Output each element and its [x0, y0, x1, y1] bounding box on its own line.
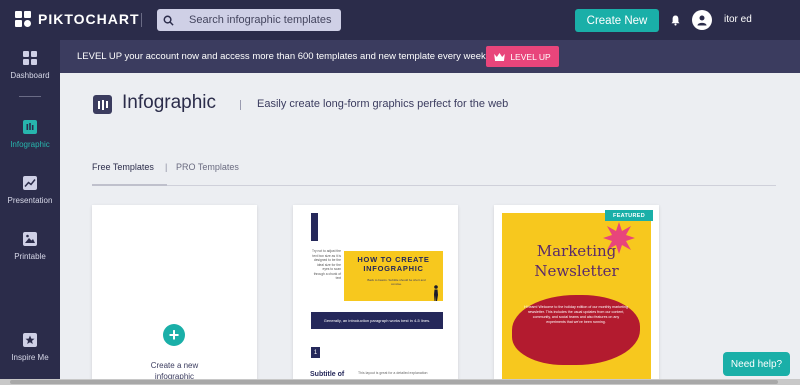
page-title: Infographic — [122, 92, 217, 113]
logo[interactable]: PIKTOCHART — [15, 11, 140, 27]
plus-icon[interactable]: + — [163, 324, 185, 346]
template-body-text: This layout is great for a detailed expl… — [358, 371, 428, 375]
avatar[interactable] — [692, 10, 712, 30]
tab-free-templates[interactable]: Free Templates — [92, 162, 154, 172]
search-icon — [157, 15, 179, 26]
banner-text: LEVEL UP your account now and access mor… — [77, 51, 489, 62]
tab-separator: | — [165, 162, 168, 172]
top-bar: PIKTOCHART Search infographic templates … — [0, 0, 800, 40]
tab-pro-templates[interactable]: PRO Templates — [176, 162, 239, 172]
template-title: HOW TO CREATE INFOGRAPHIC — [357, 255, 430, 273]
sidebar-item-label: Dashboard — [10, 71, 50, 80]
sidebar-item-label: Infographic — [10, 140, 50, 149]
search-input[interactable]: Search infographic templates — [157, 9, 341, 31]
active-tab-indicator — [92, 184, 167, 186]
sidebar-item-label: Presentation — [7, 196, 53, 205]
create-new-card[interactable]: + Create a new infographic — [92, 205, 257, 385]
search-placeholder: Search infographic templates — [189, 14, 332, 26]
upgrade-banner: LEVEL UP your account now and access mor… — [60, 40, 800, 73]
template-card-how-to-create-infographic[interactable]: Try not to adjust the text box size as i… — [293, 205, 458, 385]
username[interactable]: itor ed — [724, 14, 752, 25]
featured-badge: FEATURED — [605, 210, 653, 221]
template-title-line2: Newsletter — [534, 262, 619, 280]
template-hero-box: HOW TO CREATE INFOGRAPHIC Back to basics… — [344, 251, 443, 301]
brand-name: PIKTOCHART — [38, 11, 140, 27]
template-subtitle: Subtitle of — [310, 371, 345, 378]
sidebar-item-label: Printable — [14, 252, 46, 261]
need-help-button[interactable]: Need help? — [723, 352, 790, 376]
template-step-number: 1 — [311, 347, 320, 358]
template-band: Generally, an introduction paragraph wor… — [311, 312, 443, 329]
template-card-marketing-newsletter[interactable]: Marketing Newsletter Hi team! Welcome to… — [494, 205, 659, 385]
create-new-line1: Create a new — [150, 361, 199, 370]
template-background: Marketing Newsletter Hi team! Welcome to… — [502, 213, 651, 385]
tabs-divider — [92, 185, 776, 186]
sidebar-item-label: Inspire Me — [11, 353, 49, 362]
template-title-line1: Marketing — [536, 242, 617, 260]
template-side-text: Try not to adjust the text box size as i… — [311, 249, 341, 280]
scrollbar-thumb[interactable] — [10, 380, 778, 384]
star-icon — [23, 333, 37, 347]
infographic-icon — [23, 120, 37, 134]
template-accent-bar — [311, 213, 318, 241]
dashboard-icon — [23, 51, 37, 65]
presentation-icon — [23, 176, 37, 190]
person-illustration-icon — [434, 285, 438, 301]
sidebar-item-presentation[interactable]: Presentation — [0, 176, 60, 205]
sidebar-divider — [19, 96, 41, 97]
level-up-button[interactable]: LEVEL UP — [486, 46, 559, 67]
template-tagline: Back to basics. Subtitle should be short… — [367, 278, 426, 286]
page-subtitle: Easily create long-form graphics perfect… — [257, 98, 509, 110]
sidebar-item-infographic[interactable]: Infographic — [0, 120, 60, 149]
bell-icon[interactable] — [671, 13, 680, 31]
sidebar: Dashboard Infographic Presentation Print… — [0, 40, 60, 385]
template-body-text: Hi team! Welcome to the holiday edition … — [524, 305, 628, 324]
sidebar-item-inspire-me[interactable]: Inspire Me — [0, 333, 60, 362]
template-title: Marketing Newsletter — [502, 241, 651, 281]
horizontal-scrollbar[interactable] — [0, 379, 800, 385]
divider — [240, 100, 241, 110]
level-up-label: LEVEL UP — [510, 51, 551, 62]
template-speech-blob: Hi team! Welcome to the holiday edition … — [512, 295, 640, 365]
infographic-icon — [93, 95, 112, 114]
printable-icon — [23, 232, 37, 246]
logo-icon — [15, 11, 31, 27]
crown-icon — [494, 52, 506, 61]
create-new-button[interactable]: Create New — [575, 9, 659, 32]
sidebar-item-dashboard[interactable]: Dashboard — [0, 51, 60, 80]
sidebar-item-printable[interactable]: Printable — [0, 232, 60, 261]
divider — [141, 13, 142, 27]
